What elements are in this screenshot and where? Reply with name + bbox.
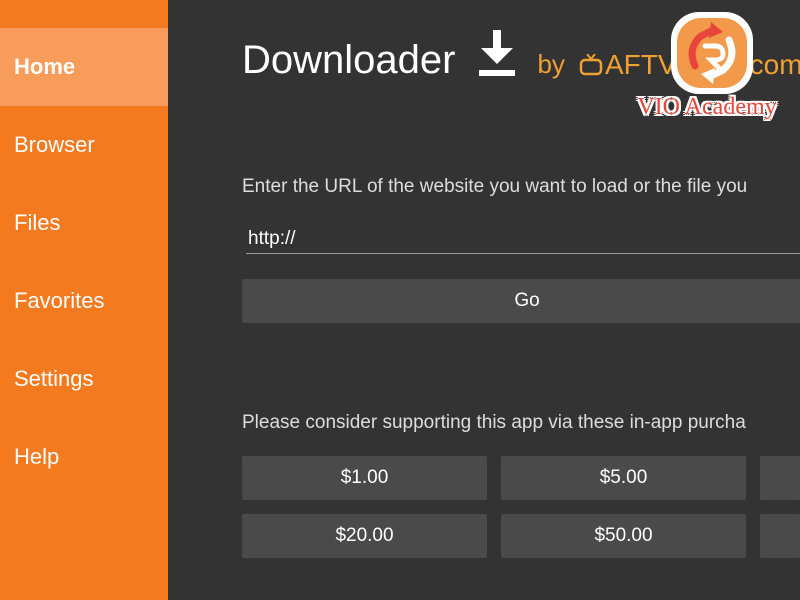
download-icon (479, 30, 516, 76)
support-text: Please consider supporting this app via … (242, 412, 746, 433)
sidebar-item-browser[interactable]: Browser (0, 106, 168, 184)
by-label: by (537, 49, 565, 79)
donate-button-partial[interactable] (760, 514, 800, 558)
sidebar-item-files[interactable]: Files (0, 184, 168, 262)
sidebar: Home Browser Files Favorites Settings He… (0, 0, 168, 600)
tv-icon (579, 54, 603, 76)
url-prompt: Enter the URL of the website you want to… (242, 176, 748, 197)
donate-20-button[interactable]: $20.00 (242, 514, 487, 558)
sidebar-item-home[interactable]: Home (0, 28, 168, 106)
donate-button-partial[interactable] (760, 456, 800, 500)
donate-5-button[interactable]: $5.00 (501, 456, 746, 500)
page-title: Downloader (242, 38, 456, 82)
sidebar-item-label: Browser (14, 132, 95, 157)
sidebar-item-label: Help (14, 444, 60, 469)
sidebar-item-label: Settings (14, 366, 94, 391)
vio-logo-icon (671, 12, 753, 94)
app-window: Home Browser Files Favorites Settings He… (0, 0, 800, 600)
sidebar-item-favorites[interactable]: Favorites (0, 262, 168, 340)
watermark-logo: VIO Academy (622, 8, 792, 126)
url-input[interactable] (246, 224, 800, 254)
donate-1-button[interactable]: $1.00 (242, 456, 487, 500)
sidebar-item-help[interactable]: Help (0, 418, 168, 496)
go-button[interactable]: Go (242, 279, 800, 323)
donate-50-button[interactable]: $50.00 (501, 514, 746, 558)
sidebar-item-label: Files (14, 210, 61, 235)
sidebar-item-settings[interactable]: Settings (0, 340, 168, 418)
sidebar-item-label: Home (14, 54, 76, 79)
watermark-text: VIO Academy (637, 94, 777, 120)
sidebar-item-label: Favorites (14, 288, 105, 313)
